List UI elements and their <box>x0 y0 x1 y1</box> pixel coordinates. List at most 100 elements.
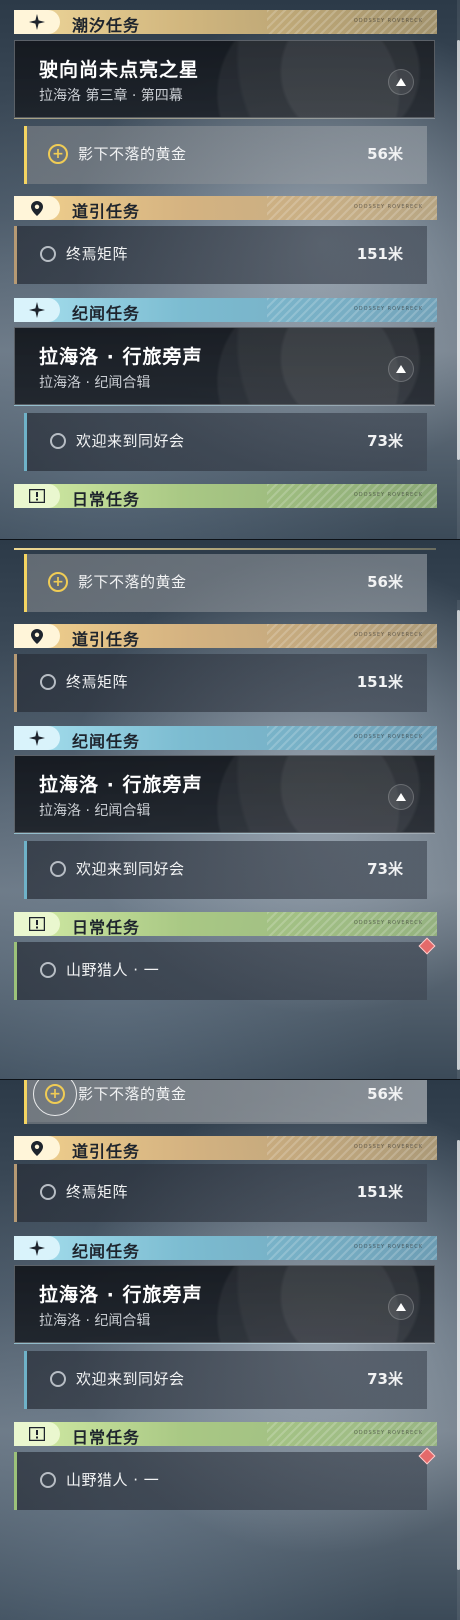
quest-title: 拉海洛 · 行旅旁声 <box>39 346 203 368</box>
quest-status-icon <box>40 1184 56 1200</box>
alert-box-icon <box>14 912 60 936</box>
collapse-button[interactable] <box>388 356 414 382</box>
quest-status-icon <box>40 962 56 978</box>
guide-quest-row[interactable]: 终焉矩阵 151米 <box>14 654 427 712</box>
lore-main-card[interactable]: 拉海洛 · 行旅旁声 拉海洛 · 纪闻合辑 <box>14 327 435 405</box>
header-tag: ODOSSEY ROVERECK <box>353 1430 423 1436</box>
header-tag: ODOSSEY ROVERECK <box>353 1244 423 1250</box>
guide-quest-header[interactable]: 道引任务 ODOSSEY ROVERECK <box>14 624 437 648</box>
section-title: 道引任务 <box>72 630 141 648</box>
lore-quest-row[interactable]: 欢迎来到同好会 73米 <box>24 841 427 899</box>
quest-status-icon <box>40 246 56 262</box>
section-title: 纪闻任务 <box>72 1242 141 1260</box>
guide-quest-header[interactable]: 道引任务 ODOSSEY ROVERECK <box>14 1136 437 1160</box>
section-title: 日常任务 <box>72 490 141 508</box>
lore-quest-header[interactable]: 纪闻任务 ODOSSEY ROVERECK <box>14 1236 437 1260</box>
quest-subtitle: 拉海洛 · 纪闻合辑 <box>39 1313 151 1329</box>
map-pin-icon <box>14 1136 60 1160</box>
quest-status-icon <box>50 1371 66 1387</box>
quest-name: 山野猎人 · 一 <box>66 961 160 979</box>
alert-box-icon <box>14 484 60 508</box>
quest-panel-frame-1: 潮汐任务 ODOSSEY ROVERECK 驶向尚未点亮之星 拉海洛 第三章 ·… <box>0 0 460 540</box>
objective-marker-icon: + <box>45 1084 65 1104</box>
alert-box-icon <box>14 1422 60 1446</box>
tracked-quest-row[interactable]: + 影下不落的黄金 56米 <box>24 126 427 184</box>
quest-name: 欢迎来到同好会 <box>76 860 185 878</box>
chevron-up-icon <box>396 365 406 373</box>
chevron-up-icon <box>396 793 406 801</box>
quest-distance: 56米 <box>367 573 403 591</box>
section-title: 道引任务 <box>72 1142 141 1160</box>
header-tag: ODOSSEY ROVERECK <box>353 632 423 638</box>
quest-panel-frame-3: + 影下不落的黄金 56米 道引任务 ODOSSEY ROVERECK 终焉矩阵… <box>0 1080 460 1620</box>
quest-name: 山野猎人 · 一 <box>66 1471 160 1489</box>
quest-name: 终焉矩阵 <box>66 1183 129 1201</box>
card-underline <box>14 118 435 119</box>
sparkle-icon <box>14 1236 60 1260</box>
daily-quest-row[interactable]: 山野猎人 · 一 <box>14 1452 427 1510</box>
card-underline <box>14 1343 435 1344</box>
header-tag: ODOSSEY ROVERECK <box>353 920 423 926</box>
map-pin-icon <box>14 624 60 648</box>
quest-name: 终焉矩阵 <box>66 245 129 263</box>
daily-quest-row[interactable]: 山野猎人 · 一 <box>14 942 427 1000</box>
quest-distance: 151米 <box>356 673 403 691</box>
quest-name: 影下不落的黄金 <box>78 1085 187 1103</box>
collapse-button[interactable] <box>388 784 414 810</box>
guide-quest-row[interactable]: 终焉矩阵 151米 <box>14 1164 427 1222</box>
quest-name: 影下不落的黄金 <box>78 145 187 163</box>
daily-quest-header[interactable]: 日常任务 ODOSSEY ROVERECK <box>14 484 437 508</box>
quest-distance: 73米 <box>367 860 403 878</box>
guide-quest-row[interactable]: 终焉矩阵 151米 <box>14 226 427 284</box>
daily-quest-header[interactable]: 日常任务 ODOSSEY ROVERECK <box>14 1422 437 1446</box>
quest-distance: 56米 <box>367 1085 403 1103</box>
quest-status-icon <box>40 1472 56 1488</box>
quest-title: 拉海洛 · 行旅旁声 <box>39 774 203 796</box>
quest-panel-frame-2: + 影下不落的黄金 56米 道引任务 ODOSSEY ROVERECK 终焉矩阵… <box>0 540 460 1080</box>
guide-quest-header[interactable]: 道引任务 ODOSSEY ROVERECK <box>14 196 437 220</box>
section-title: 潮汐任务 <box>72 16 141 34</box>
collapse-button[interactable] <box>388 69 414 95</box>
tide-main-card[interactable]: 驶向尚未点亮之星 拉海洛 第三章 · 第四幕 <box>14 40 435 118</box>
quest-title: 驶向尚未点亮之星 <box>39 59 200 81</box>
collapse-button[interactable] <box>388 1294 414 1320</box>
section-title: 道引任务 <box>72 202 141 220</box>
header-tag: ODOSSEY ROVERECK <box>353 492 423 498</box>
quest-distance: 73米 <box>367 1370 403 1388</box>
daily-quest-header[interactable]: 日常任务 ODOSSEY ROVERECK <box>14 912 437 936</box>
quest-distance: 73米 <box>367 432 403 450</box>
header-tag: ODOSSEY ROVERECK <box>353 1144 423 1150</box>
quest-status-icon <box>50 433 66 449</box>
tracked-quest-row[interactable]: + 影下不落的黄金 56米 <box>24 554 427 612</box>
quest-name: 欢迎来到同好会 <box>76 432 185 450</box>
lore-main-card[interactable]: 拉海洛 · 行旅旁声 拉海洛 · 纪闻合辑 <box>14 755 435 833</box>
section-title: 纪闻任务 <box>72 732 141 750</box>
quest-status-icon <box>50 861 66 877</box>
quest-status-icon <box>40 674 56 690</box>
card-underline <box>14 405 435 406</box>
header-tag: ODOSSEY ROVERECK <box>353 18 423 24</box>
tide-quest-header[interactable]: 潮汐任务 ODOSSEY ROVERECK <box>14 10 437 34</box>
map-pin-icon <box>14 196 60 220</box>
objective-marker-icon: + <box>48 572 68 592</box>
lore-quest-header[interactable]: 纪闻任务 ODOSSEY ROVERECK <box>14 298 437 322</box>
header-tag: ODOSSEY ROVERECK <box>353 306 423 312</box>
header-tag: ODOSSEY ROVERECK <box>353 204 423 210</box>
lore-quest-row[interactable]: 欢迎来到同好会 73米 <box>24 413 427 471</box>
quest-subtitle: 拉海洛 · 纪闻合辑 <box>39 803 151 819</box>
lore-main-card[interactable]: 拉海洛 · 行旅旁声 拉海洛 · 纪闻合辑 <box>14 1265 435 1343</box>
section-title: 纪闻任务 <box>72 304 141 322</box>
card-underline <box>14 833 435 834</box>
lore-quest-header[interactable]: 纪闻任务 ODOSSEY ROVERECK <box>14 726 437 750</box>
quest-name: 终焉矩阵 <box>66 673 129 691</box>
quest-name: 影下不落的黄金 <box>78 573 187 591</box>
quest-name: 欢迎来到同好会 <box>76 1370 185 1388</box>
sparkle-icon <box>14 298 60 322</box>
quest-subtitle: 拉海洛 第三章 · 第四幕 <box>39 88 183 104</box>
tracked-quest-row[interactable]: + 影下不落的黄金 56米 <box>24 1080 427 1124</box>
quest-subtitle: 拉海洛 · 纪闻合辑 <box>39 375 151 391</box>
objective-marker-icon: + <box>48 144 68 164</box>
lore-quest-row[interactable]: 欢迎来到同好会 73米 <box>24 1351 427 1409</box>
quest-distance: 56米 <box>367 145 403 163</box>
chevron-up-icon <box>396 1303 406 1311</box>
